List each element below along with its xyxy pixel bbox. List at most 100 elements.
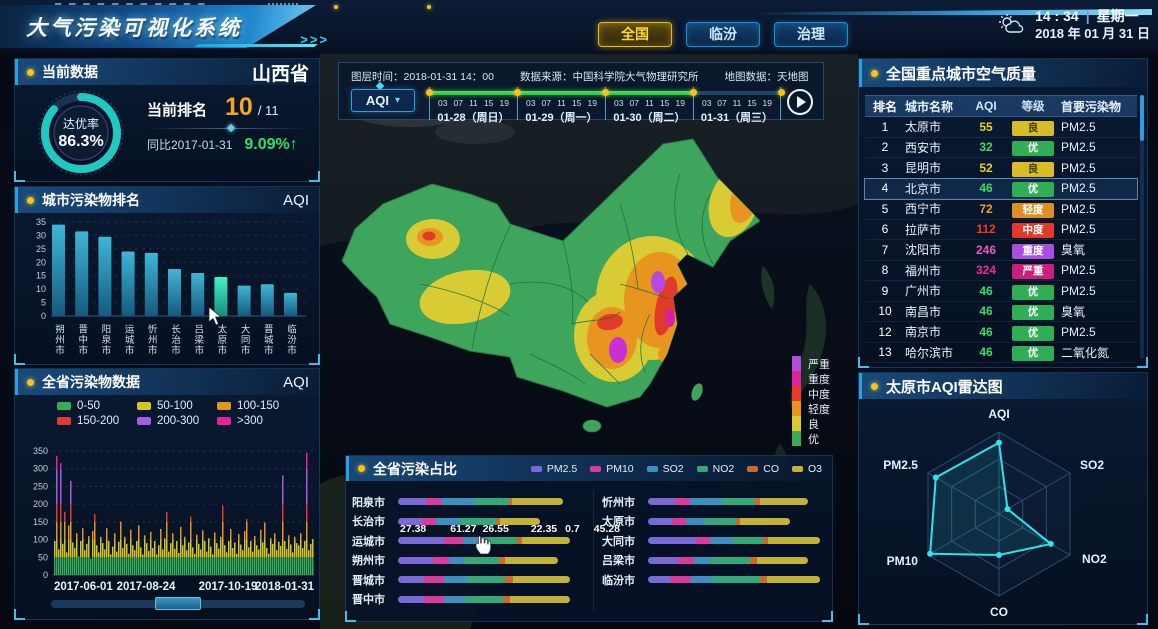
segment-PM10 xyxy=(426,498,441,505)
legend-item-100-150[interactable]: 100-150 xyxy=(217,400,297,412)
slider-thumb[interactable] xyxy=(155,597,201,610)
table-row-福州市[interactable]: 8福州市324严重PM2.5 xyxy=(865,261,1137,282)
svg-text:35: 35 xyxy=(36,217,46,227)
legend-item-50-100[interactable]: 50-100 xyxy=(137,400,217,412)
legend-item-SO2[interactable]: SO2 xyxy=(647,463,684,475)
bar-运城市[interactable] xyxy=(122,252,135,316)
table-row-南昌市[interactable]: 10南昌市46优臭氧 xyxy=(865,302,1137,323)
legend-item->300[interactable]: >300 xyxy=(217,415,297,427)
legend-item-150-200[interactable]: 150-200 xyxy=(57,415,137,427)
timeline-marker[interactable] xyxy=(778,89,785,96)
bar-朔州市[interactable] xyxy=(52,225,65,316)
playback-timeline[interactable]: 030711151901-28（周日）030711151901-29（周一）03… xyxy=(429,87,781,120)
scrollbar-thumb[interactable] xyxy=(1140,95,1144,141)
svg-text:300: 300 xyxy=(33,464,48,474)
bar-长治市[interactable] xyxy=(168,269,181,316)
radar-point-SO2[interactable] xyxy=(1005,506,1011,512)
radar-point-NO2[interactable] xyxy=(1048,541,1054,547)
legend-item-NO2[interactable]: NO2 xyxy=(697,463,735,475)
radar-point-AQI[interactable] xyxy=(996,440,1002,446)
share-row-太原市[interactable]: 太原市 xyxy=(602,512,828,532)
clock-weekday: 星期一 xyxy=(1097,8,1139,24)
share-row-临汾市[interactable]: 临汾市 xyxy=(602,570,828,590)
bar-晋城市[interactable] xyxy=(261,284,274,316)
level-cell: 优 xyxy=(1005,323,1061,341)
legend-item-CO[interactable]: CO xyxy=(747,463,779,475)
timeline-marker[interactable] xyxy=(690,89,697,96)
segment-O3 xyxy=(760,498,808,505)
table-row-北京市[interactable]: 4北京市46优PM2.5 xyxy=(865,179,1137,200)
timeline-marker[interactable] xyxy=(514,89,521,96)
date-range-slider[interactable] xyxy=(51,600,305,608)
share-row-吕梁市[interactable]: 吕梁市 xyxy=(602,551,828,571)
table-scrollbar[interactable] xyxy=(1140,95,1144,359)
share-row-朔州市[interactable]: 朔州市 xyxy=(352,551,586,571)
bar-忻州市[interactable] xyxy=(145,253,158,316)
segment-SO2 xyxy=(691,576,713,583)
table-row-哈尔滨市[interactable]: 13哈尔滨市46优二氧化氮 xyxy=(865,343,1137,364)
radar-point-PM10[interactable] xyxy=(927,551,933,557)
stacked-bar[interactable] xyxy=(648,518,790,525)
timeline-day-01-29（周一）[interactable]: 030711151901-29（周一） xyxy=(517,87,605,120)
radar-point-CO[interactable] xyxy=(996,552,1002,558)
clock-time: 14 : 34 xyxy=(1035,8,1079,24)
legend-swatch xyxy=(531,466,542,472)
table-row-拉萨市[interactable]: 6拉萨市112中度PM2.5 xyxy=(865,220,1137,241)
legend-swatch xyxy=(792,356,801,371)
stacked-bar[interactable] xyxy=(398,576,570,583)
tooltip-values: 27.3861.2726.5522.350.745.28 xyxy=(400,523,620,535)
city-cell: 南昌市 xyxy=(905,303,967,320)
metric-dropdown[interactable]: AQI ▾ xyxy=(351,89,415,112)
city-label: 朔州市 xyxy=(352,552,398,568)
legend-swatch xyxy=(792,416,801,431)
table-row-南京市[interactable]: 12南京市46优PM2.5 xyxy=(865,322,1137,343)
level-cell: 优 xyxy=(1005,179,1061,197)
stacked-bar[interactable] xyxy=(648,576,820,583)
share-row-忻州市[interactable]: 忻州市 xyxy=(602,492,828,512)
bar-大同市[interactable] xyxy=(238,286,251,316)
stacked-bar[interactable] xyxy=(648,557,808,564)
legend-item-O3[interactable]: O3 xyxy=(792,463,822,475)
share-row-晋中市[interactable]: 晋中市 xyxy=(352,590,586,610)
table-row-广州市[interactable]: 9广州市46优PM2.5 xyxy=(865,281,1137,302)
legend-item-0-50[interactable]: 0-50 xyxy=(57,400,137,412)
stacked-bar[interactable] xyxy=(398,498,563,505)
timeline-day-01-30（周二）[interactable]: 030711151901-30（周二） xyxy=(605,87,693,120)
timeline-day-01-31（周三）[interactable]: 030711151901-31（周三） xyxy=(693,87,781,120)
share-row-晋城市[interactable]: 晋城市 xyxy=(352,570,586,590)
day-label: 01-31（周三） xyxy=(694,109,780,125)
legend-item-PM2.5[interactable]: PM2.5 xyxy=(531,463,577,475)
stacked-bar[interactable] xyxy=(398,557,558,564)
bar-太原市[interactable] xyxy=(214,277,227,316)
tab-临汾[interactable]: 临汾 xyxy=(686,22,760,47)
radar-point-PM2.5[interactable] xyxy=(933,475,939,481)
share-row-大同市[interactable]: 大同市 xyxy=(602,531,828,551)
segment-PM10 xyxy=(672,518,686,525)
table-row-沈阳市[interactable]: 7沈阳市246重度臭氧 xyxy=(865,240,1137,261)
table-row-太原市[interactable]: 1太原市55良PM2.5 xyxy=(865,117,1137,138)
panel-province-pollutant-data: 全省污染物数据 AQI 0-5050-100100-150150-200200-… xyxy=(14,368,320,620)
bar-阳泉市[interactable] xyxy=(98,237,111,316)
bar-晋中市[interactable] xyxy=(75,231,88,316)
tab-治理[interactable]: 治理 xyxy=(774,22,848,47)
timeline-marker[interactable] xyxy=(602,89,609,96)
table-row-西宁市[interactable]: 5西宁市72轻度PM2.5 xyxy=(865,199,1137,220)
table-row-西安市[interactable]: 2西安市32优PM2.5 xyxy=(865,138,1137,159)
legend-item-200-300[interactable]: 200-300 xyxy=(137,415,217,427)
tab-全国[interactable]: 全国 xyxy=(598,22,672,47)
stacked-bar[interactable] xyxy=(398,537,570,544)
aqi-cell: 246 xyxy=(967,243,1005,257)
play-button[interactable] xyxy=(787,89,813,115)
legend-item-PM10[interactable]: PM10 xyxy=(590,463,633,475)
timeline-marker[interactable] xyxy=(426,89,433,96)
stacked-bar[interactable] xyxy=(398,596,570,603)
stacked-bar[interactable] xyxy=(648,498,808,505)
table-row-昆明市[interactable]: 3昆明市52良PM2.5 xyxy=(865,158,1137,179)
timeline-day-01-28（周日）[interactable]: 030711151901-28（周日） xyxy=(429,87,517,120)
panel-title: 当前数据 xyxy=(42,62,98,82)
bar-临汾市[interactable] xyxy=(284,293,297,316)
share-row-阳泉市[interactable]: 阳泉市 xyxy=(352,492,586,512)
city-label: 晋中市 xyxy=(352,591,398,607)
bar-吕梁市[interactable] xyxy=(191,273,204,316)
stacked-bar[interactable] xyxy=(648,537,820,544)
